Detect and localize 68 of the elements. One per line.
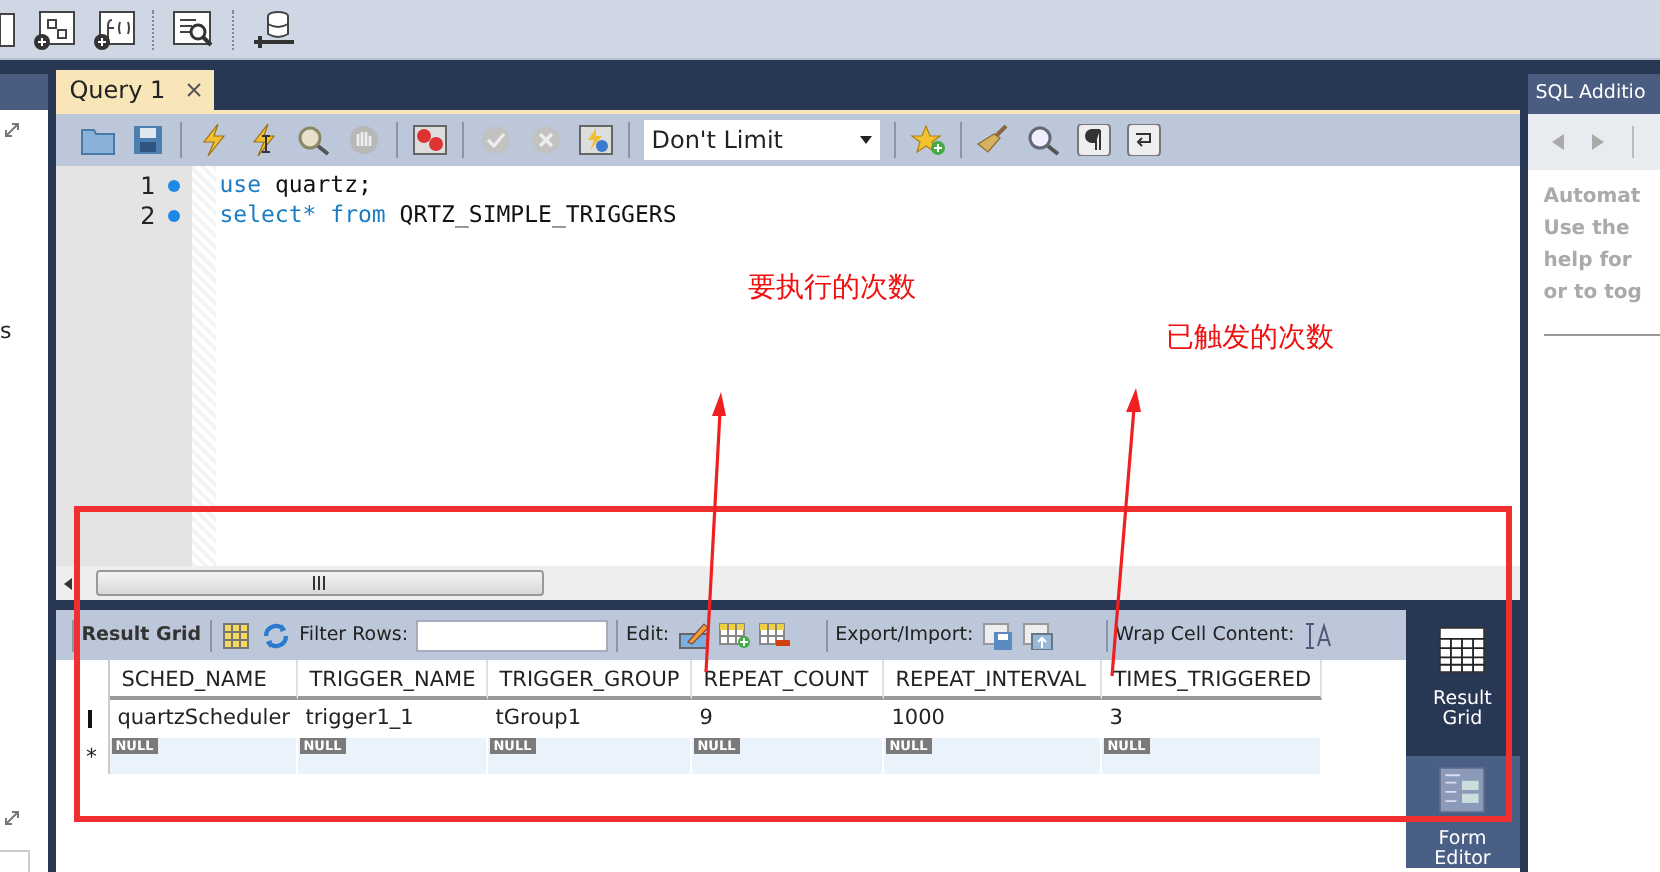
add-row-icon[interactable] (717, 621, 750, 649)
edit-label: Edit: (626, 624, 670, 646)
check-icon[interactable] (477, 124, 514, 156)
dropdown-arrow-icon[interactable] (859, 136, 872, 144)
columns-icon[interactable] (219, 621, 252, 649)
add-routine-icon[interactable] (32, 9, 76, 49)
line-number: 2 (140, 201, 156, 229)
panel-header: SQL Additio (1527, 74, 1660, 114)
form-editor-tab[interactable]: Form Editor (1405, 756, 1520, 868)
column-header[interactable]: REPEAT_INTERVAL (883, 660, 1102, 700)
new-row-marker: * (85, 743, 97, 769)
column-header[interactable]: TIMES_TRIGGERED (1101, 660, 1322, 700)
filter-rows-field[interactable] (416, 619, 609, 651)
folder-icon[interactable] (79, 124, 116, 156)
table-cell-text: trigger1_1 (303, 704, 416, 734)
save-icon[interactable] (129, 124, 166, 156)
filter-rows-label: Filter Rows: (299, 624, 409, 646)
delete-row-icon[interactable] (757, 621, 790, 649)
export-import-label: Export/Import: (835, 624, 974, 646)
code-line: select* from QRTZ_SIMPLE_TRIGGERS (219, 200, 677, 230)
error-toggle-icon[interactable] (411, 124, 448, 156)
edit-pencil-icon[interactable] (677, 621, 710, 649)
statement-dot-icon (167, 209, 180, 221)
current-row-icon (88, 710, 95, 728)
table-cell-text: quartzScheduler (115, 704, 293, 734)
form-icon (1438, 766, 1487, 814)
auto-commit-icon[interactable] (577, 124, 614, 156)
expand-icon[interactable] (4, 810, 20, 826)
magnifier-icon[interactable] (1025, 124, 1062, 156)
column-header[interactable]: TRIGGER_NAME (297, 660, 488, 700)
code-line: use quartz; (219, 170, 374, 200)
wrap-icon[interactable] (1125, 124, 1162, 156)
grid-icon (1438, 626, 1487, 674)
column-header[interactable]: TRIGGER_GROUP (487, 660, 692, 700)
wrap-cell-label: Wrap Cell Content: (1115, 624, 1295, 646)
add-function-icon[interactable] (92, 9, 136, 49)
table-cell-text: 1000 (889, 704, 947, 734)
line-number: 1 (140, 171, 156, 199)
close-icon[interactable] (185, 82, 202, 98)
window-icon[interactable] (0, 9, 16, 49)
expand-icon[interactable] (4, 122, 20, 138)
inspect-icon[interactable] (172, 9, 216, 49)
result-grid-label: Result Grid (81, 624, 202, 646)
table-cell-text: 9 (697, 704, 715, 734)
export-icon[interactable] (981, 621, 1014, 649)
magnifier-icon[interactable] (295, 124, 332, 156)
annotation-text: 已触发的次数 (1166, 320, 1334, 356)
grip-icon (312, 576, 327, 590)
pilcrow-icon[interactable] (1075, 124, 1112, 156)
sidebar-text: s (0, 318, 12, 344)
wrap-text-icon[interactable] (1302, 621, 1335, 649)
table-cell-text: tGroup1 (493, 704, 583, 734)
column-header[interactable]: REPEAT_COUNT (691, 660, 884, 700)
panel-header (0, 74, 48, 110)
refresh-icon[interactable] (259, 621, 292, 649)
import-icon[interactable] (1021, 621, 1054, 649)
limit-dropdown[interactable]: Don't Limit (643, 120, 880, 160)
help-text: Automat Use the help for or to tog (1543, 184, 1644, 308)
table-cell-text: 3 (1107, 704, 1125, 734)
statement-dot-icon (167, 179, 180, 191)
query-tab[interactable]: Query 1 (55, 70, 214, 110)
annotation-text: 要执行的次数 (748, 270, 916, 306)
scroll-left-icon[interactable] (63, 577, 72, 589)
database-icon[interactable] (252, 9, 296, 49)
broom-icon[interactable] (975, 124, 1012, 156)
star-add-icon[interactable] (909, 124, 946, 156)
column-header[interactable]: SCHED_NAME (109, 660, 298, 700)
scrollbar-thumb[interactable] (95, 570, 544, 596)
